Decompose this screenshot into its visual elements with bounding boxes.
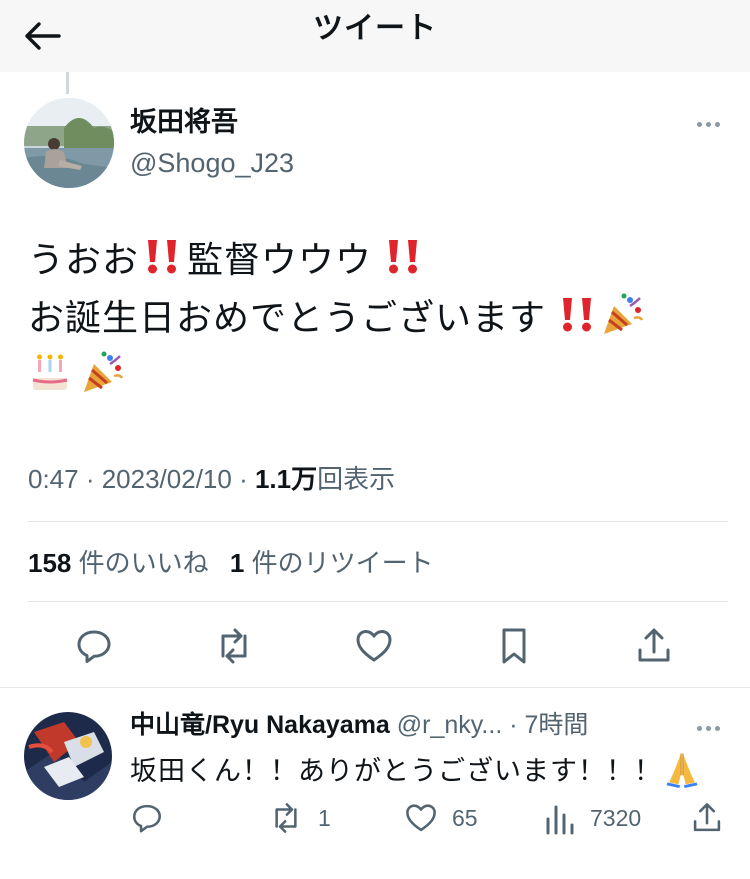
bookmark-icon	[502, 628, 526, 664]
meta-separator: ·	[78, 464, 102, 494]
reply-icon	[77, 630, 111, 663]
views-count[interactable]: 1.1万	[255, 464, 317, 494]
likes-stat[interactable]: 158 件のいいね	[28, 548, 209, 578]
reply-avatar-illustration	[24, 712, 112, 800]
divider	[28, 521, 728, 522]
retweet-icon	[221, 628, 247, 664]
more-dot-icon	[714, 725, 720, 731]
heart-icon	[356, 630, 392, 662]
retweets-label: 件のリツイート	[251, 548, 434, 578]
tweet-text: うおお 監督ウウウ お誕生日おめでとうございます	[28, 232, 728, 406]
reply-icon	[132, 804, 162, 833]
reply-reply-button[interactable]	[130, 796, 178, 840]
party-popper-icon	[84, 351, 124, 392]
double-exclamation-icon	[563, 298, 592, 332]
more-dot-icon	[714, 121, 720, 127]
reply-time[interactable]: 7時間	[525, 711, 589, 739]
reply-author-name[interactable]: 中山竜/Ryu Nakayama	[130, 711, 390, 739]
share-icon	[693, 803, 721, 832]
page-title: ツイート	[313, 11, 437, 46]
thread-connector-line	[66, 72, 69, 94]
more-dot-icon	[705, 725, 711, 731]
like-button[interactable]	[348, 620, 400, 672]
reply-share-button[interactable]	[690, 796, 738, 840]
double-exclamation-icon	[389, 240, 418, 274]
tweet-line-1: うおお 監督ウウウ	[28, 232, 728, 290]
more-dot-icon	[705, 121, 711, 127]
retweet-icon	[275, 803, 297, 833]
top-bar: ツイート	[0, 0, 750, 72]
meta-separator: ·	[502, 711, 525, 739]
reply-text: 坂田くん！！ありがとうございます！！！	[130, 748, 702, 792]
more-dot-icon	[696, 725, 702, 731]
author-handle[interactable]: @Shogo_J23	[130, 146, 294, 180]
avatar[interactable]	[24, 98, 114, 188]
bookmark-button[interactable]	[488, 620, 540, 672]
folded-hands-icon	[666, 753, 698, 788]
reply-button[interactable]	[68, 620, 120, 672]
reply-header: 中山竜/Ryu Nakayama @r_nky... · 7時間	[130, 708, 588, 742]
tweet-text-segment: お誕生日おめでとうございます	[28, 298, 547, 339]
tweet-line-2: お誕生日おめでとうございます	[28, 290, 728, 348]
reply-view-count: 7320	[590, 804, 642, 831]
meta-separator: ·	[231, 464, 255, 494]
share-icon	[638, 628, 670, 662]
tweet-line-3	[28, 348, 728, 406]
share-button[interactable]	[628, 620, 680, 672]
views-label: 回表示	[317, 464, 396, 494]
reply-like-button[interactable]: 65	[404, 796, 478, 840]
tweet-meta: 0:47 · 2023/02/10 · 1.1万回表示	[28, 462, 395, 496]
party-popper-icon	[604, 293, 644, 334]
reply-like-count: 65	[452, 804, 478, 831]
more-dot-icon	[696, 121, 702, 127]
more-options-button[interactable]	[688, 112, 728, 136]
tweet-action-bar	[0, 620, 750, 672]
avatar-photo	[24, 98, 114, 188]
retweets-stat[interactable]: 1 件のリツイート	[230, 548, 434, 578]
likes-label: 件のいいね	[78, 548, 209, 578]
divider	[28, 601, 728, 602]
likes-count: 158	[28, 548, 72, 578]
engagement-stats: 158 件のいいね 1 件のリツイート	[28, 546, 448, 580]
retweet-button[interactable]	[208, 620, 260, 672]
reply-avatar[interactable]	[24, 712, 112, 800]
divider	[0, 687, 750, 688]
reply-retweet-count: 1	[318, 804, 331, 831]
reply-more-options-button[interactable]	[688, 716, 728, 740]
tweet-date[interactable]: 2023/02/10	[102, 464, 232, 494]
heart-icon	[406, 804, 436, 832]
reply-author-handle[interactable]: @r_nky...	[397, 711, 503, 739]
birthday-cake-icon	[32, 354, 68, 390]
reply-action-bar: 1 65 7320	[0, 796, 750, 840]
reply-retweet-button[interactable]: 1	[268, 796, 331, 840]
tweet-text-segment: うおお	[28, 240, 140, 281]
bar-chart-icon	[546, 805, 574, 835]
author-name[interactable]: 坂田将吾	[130, 106, 238, 140]
tweet-text-segment: 監督ウウウ	[187, 240, 373, 281]
retweets-count: 1	[229, 548, 245, 578]
double-exclamation-icon	[148, 240, 177, 274]
reply-views-button[interactable]: 7320	[544, 796, 641, 840]
tweet-time[interactable]: 0:47	[28, 464, 79, 494]
reply-text-content: 坂田くん！！ありがとうございます！！！	[130, 756, 662, 787]
